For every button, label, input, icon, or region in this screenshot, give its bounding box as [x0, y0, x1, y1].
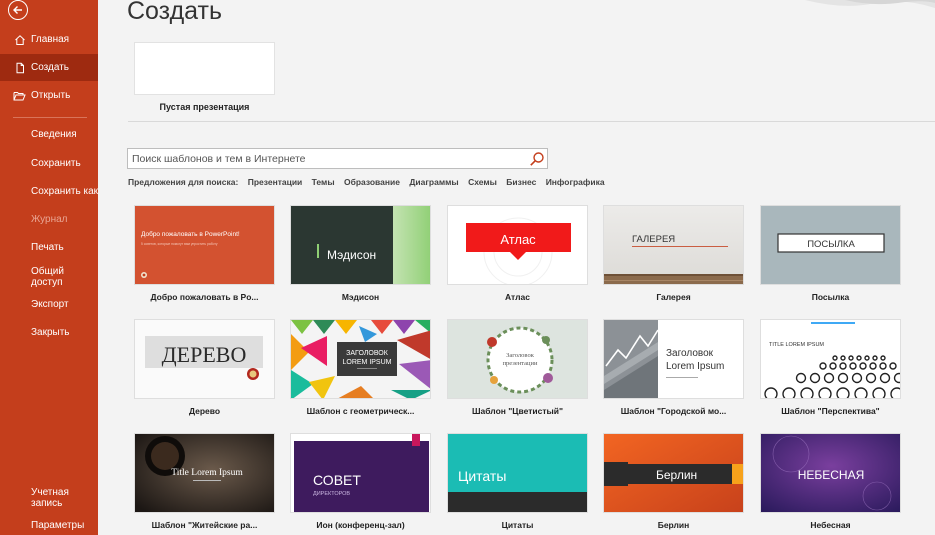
sidebar-item-label: Закрыть [31, 327, 70, 338]
suggestion-link[interactable]: Темы [312, 177, 335, 187]
sidebar-item-export[interactable]: Экспорт [0, 291, 98, 318]
template-thumbnail[interactable]: Title Lorem Ipsum [134, 433, 275, 513]
thumb-title: СОВЕТ [313, 472, 361, 488]
sidebar-item-label: Главная [31, 34, 70, 45]
sidebar-item-label: Сведения [31, 129, 77, 140]
sidebar-item-label: Сохранить [31, 158, 81, 169]
home-icon [13, 33, 26, 46]
template-label: Атлас [505, 292, 530, 302]
blank-presentation-label: Пустая презентация [159, 102, 250, 112]
template-thumbnail[interactable]: Мэдисон [290, 205, 431, 285]
template-label: Берлин [657, 520, 690, 530]
template-thumbnail[interactable]: TITLE LOREM IPSUM [760, 319, 901, 399]
sidebar-item-label: Сохранить как [31, 186, 99, 197]
template-thumbnail[interactable]: Берлин [603, 433, 744, 513]
suggestion-link[interactable]: Инфографика [546, 177, 605, 187]
template-label: Небесная [810, 520, 851, 530]
template-label: Цитаты [501, 520, 534, 530]
template-label: Добро пожаловать в Po... [150, 292, 259, 302]
template-thumbnail[interactable]: ПОСЫЛКА [760, 205, 901, 285]
sidebar-item-options[interactable]: Параметры [0, 512, 98, 535]
thumb-subtitle: презентации [503, 360, 538, 367]
page-title: Создать [127, 0, 223, 25]
template-thumbnail[interactable]: Атлас [447, 205, 588, 285]
template-search-box [127, 148, 548, 169]
template-label: Галерея [656, 292, 691, 302]
template-label: Шаблон "Житейские ра... [151, 520, 258, 530]
template-thumbnail[interactable]: Заголовок презентации [447, 319, 588, 399]
sidebar-item-label: Учетная запись [31, 486, 69, 509]
search-icon[interactable] [528, 150, 546, 168]
sidebar-item-open[interactable]: Открыть [0, 82, 98, 109]
thumb-subtitle: LOREM IPSUM [342, 359, 391, 366]
thumb-subtitle: Lorem Ipsum [666, 361, 724, 372]
thumb-title: НЕБЕСНАЯ [798, 468, 865, 482]
sidebar-item-history: Журнал [0, 206, 98, 233]
sidebar-item-home[interactable]: Главная [0, 26, 98, 53]
thumb-title: Заголовок [506, 352, 535, 359]
template-search-input[interactable] [132, 151, 522, 167]
thumb-title: ПОСЫЛКА [807, 239, 855, 250]
sidebar-item-label: Открыть [31, 90, 71, 101]
thumb-title: Атлас [500, 232, 536, 247]
backstage-sidebar: Главная Создать Открыть Сведения Сохрани… [0, 0, 98, 535]
sidebar-item-label: Печать [31, 242, 64, 253]
blank-presentation-thumbnail[interactable] [134, 42, 275, 95]
thumb-title: Мэдисон [327, 248, 376, 262]
thumb-title: ГАЛЕРЕЯ [632, 234, 675, 245]
sidebar-item-share[interactable]: Общий доступ [0, 263, 98, 290]
suggestion-link[interactable]: Диаграммы [409, 177, 458, 187]
sidebar-item-save-as[interactable]: Сохранить как [0, 178, 98, 205]
template-label: Шаблон "Городской мо... [620, 406, 727, 416]
back-arrow-icon[interactable] [8, 0, 28, 20]
thumb-title: Берлин [656, 468, 697, 482]
thumb-title: Заголовок [666, 348, 714, 359]
sidebar-item-account[interactable]: Учетная запись [0, 484, 98, 511]
template-thumbnail[interactable]: Цитаты [447, 433, 588, 513]
sidebar-item-label: Журнал [31, 214, 68, 225]
suggestion-link[interactable]: Презентации [248, 177, 303, 187]
thumb-subtitle: ДИРЕКТОРОВ [313, 491, 350, 497]
template-label: Дерево [188, 406, 221, 416]
sidebar-divider [13, 117, 87, 118]
template-thumbnail[interactable]: СОВЕТ ДИРЕКТОРОВ [290, 433, 431, 513]
sidebar-item-new[interactable]: Создать [0, 54, 98, 81]
search-suggestions: Предложения для поиска: Презентации Темы… [128, 177, 612, 187]
sidebar-item-label: Экспорт [31, 299, 69, 310]
template-label: Мэдисон [341, 292, 380, 302]
suggestion-link[interactable]: Образование [344, 177, 400, 187]
thumb-title: TITLE LOREM IPSUM [769, 342, 824, 348]
suggestion-link[interactable]: Схемы [468, 177, 497, 187]
decorative-pattern [805, 0, 935, 8]
sidebar-item-info[interactable]: Сведения [0, 121, 98, 148]
thumb-title: Title Lorem Ipsum [171, 468, 243, 478]
sidebar-item-close[interactable]: Закрыть [0, 319, 98, 346]
thumb-title: Цитаты [458, 468, 506, 484]
template-label: Шаблон "Цветистый" [471, 406, 564, 416]
template-label: Шаблон "Перспектива" [781, 406, 880, 416]
template-thumbnail[interactable]: Добро пожаловать в PowerPoint! 5 советов… [134, 205, 275, 285]
template-label: Ион (конференц-зал) [316, 520, 405, 530]
section-divider [128, 121, 935, 122]
template-label: Посылка [811, 292, 850, 302]
template-thumbnail[interactable]: ЗАГОЛОВОК LOREM IPSUM [290, 319, 431, 399]
sidebar-item-print[interactable]: Печать [0, 234, 98, 261]
sidebar-item-save[interactable]: Сохранить [0, 150, 98, 177]
template-thumbnail[interactable]: ГАЛЕРЕЯ [603, 205, 744, 285]
thumb-title: ДЕРЕВО [162, 342, 247, 367]
folder-open-icon [13, 89, 26, 102]
template-label: Шаблон с геометрическ... [306, 406, 415, 416]
sidebar-item-label: Создать [31, 62, 70, 73]
thumb-title: ЗАГОЛОВОК [346, 350, 389, 357]
sidebar-item-label: Параметры [31, 520, 85, 531]
template-thumbnail[interactable]: НЕБЕСНАЯ [760, 433, 901, 513]
thumb-title: Добро пожаловать в PowerPoint! [141, 230, 240, 238]
template-thumbnail[interactable]: ДЕРЕВО [134, 319, 275, 399]
thumb-subtitle: 5 советов, которые помогут вам упростить… [141, 242, 218, 246]
suggestion-link[interactable]: Бизнес [506, 177, 536, 187]
template-thumbnail[interactable]: Заголовок Lorem Ipsum [603, 319, 744, 399]
new-document-icon [13, 61, 26, 74]
sidebar-item-label: Общий доступ [31, 265, 64, 288]
suggestions-label: Предложения для поиска: [128, 177, 239, 187]
